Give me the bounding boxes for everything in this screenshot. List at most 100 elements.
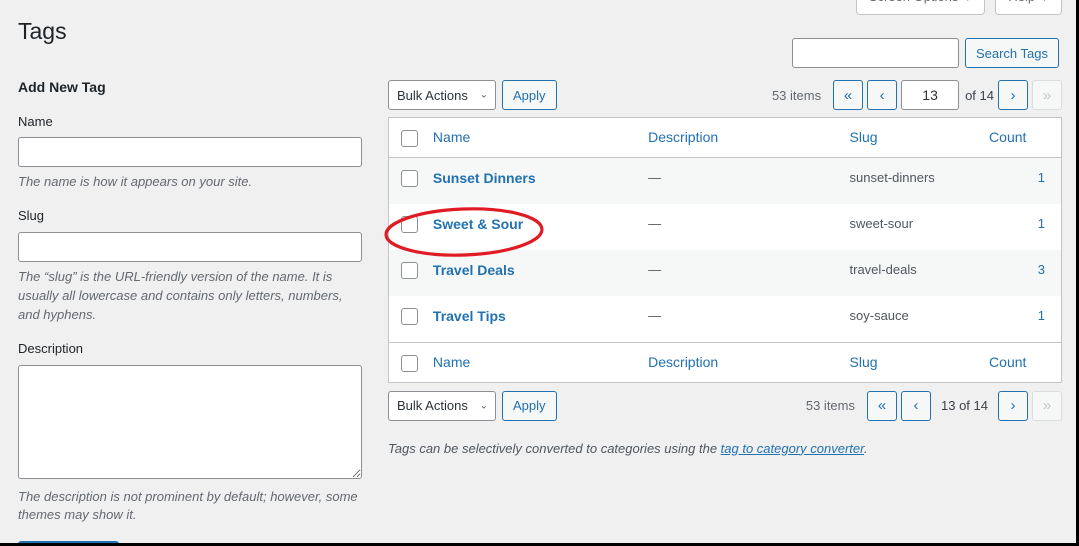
tag-count-link[interactable]: 1	[1038, 216, 1045, 231]
row-count-cell: 1	[989, 204, 1061, 250]
next-page-button-top[interactable]: ›	[998, 80, 1028, 110]
row-description-cell: —	[648, 215, 662, 231]
table-head: Name Description Slug Count	[389, 118, 1061, 158]
table-row: Sweet & Sour — sweet-sour 1	[389, 203, 1061, 250]
column-header-name[interactable]: Name	[432, 118, 649, 158]
search-input[interactable]	[791, 38, 959, 68]
search-tags-button[interactable]: Search Tags	[964, 38, 1059, 68]
name-field-group: Name The name is how it appears on your …	[18, 114, 362, 193]
pagination-top: 53 items « ‹ of 14 › »	[772, 80, 1062, 110]
row-checkbox-cell	[389, 250, 433, 296]
row-slug-cell: sunset-dinners	[849, 169, 935, 185]
description-help-text: The description is not prominent by defa…	[18, 488, 358, 523]
wp-admin-tags-screen: Screen Options ▼ Help ▼ Tags Search Tags A…	[0, 0, 1079, 546]
add-new-tag-form: Add New Tag Name The name is how it appe…	[18, 78, 362, 543]
row-count-cell: 1	[989, 296, 1061, 342]
row-slug-cell: sweet-sour	[849, 215, 914, 231]
column-header-count[interactable]: Count	[989, 118, 1061, 158]
tablenav-top: Bulk Actions ⌄ Apply 53 items « ‹ of 14 …	[388, 78, 1062, 112]
row-checkbox[interactable]	[401, 169, 418, 187]
bulk-actions-select-wrap-top: Bulk Actions ⌄	[388, 80, 496, 110]
name-help-text: The name is how it appears on your site.	[18, 174, 253, 190]
table-footer-row: Name Description Slug Count	[389, 341, 1061, 382]
chevron-down-icon: ▼	[1040, 0, 1049, 3]
tag-count-link[interactable]: 1	[1038, 308, 1045, 323]
bulk-actions-top: Bulk Actions ⌄ Apply	[388, 80, 557, 110]
description-field-group: Description The description is not promi…	[18, 341, 362, 526]
prev-page-button-top[interactable]: ‹	[867, 80, 898, 110]
tag-to-category-converter-link[interactable]: tag to category converter	[721, 441, 864, 456]
next-page-button-bottom[interactable]: ›	[998, 390, 1028, 421]
add-new-tag-button[interactable]: Add New Tag	[18, 541, 120, 543]
page-title: Tags	[18, 18, 67, 44]
row-checkbox[interactable]	[401, 215, 418, 233]
column-footer-slug[interactable]: Slug	[849, 341, 990, 382]
first-page-button-bottom[interactable]: «	[867, 390, 897, 421]
apply-button-top[interactable]: Apply	[502, 80, 557, 110]
last-page-button-bottom: »	[1032, 390, 1062, 421]
column-header-slug[interactable]: Slug	[849, 118, 990, 158]
tags-list-table-area: Bulk Actions ⌄ Apply 53 items « ‹ of 14 …	[388, 78, 1062, 458]
tag-name-link[interactable]: Travel Deals	[433, 262, 515, 278]
column-header-description[interactable]: Description	[648, 118, 850, 158]
bulk-actions-bottom: Bulk Actions ⌄ Apply	[388, 390, 557, 421]
select-all-checkbox-bottom[interactable]	[401, 354, 418, 372]
help-label: Help	[1008, 0, 1035, 4]
table-header-row: Name Description Slug Count	[389, 118, 1061, 158]
slug-input[interactable]	[18, 232, 362, 263]
table-foot: Name Description Slug Count	[389, 341, 1061, 382]
name-input[interactable]	[18, 137, 362, 168]
row-checkbox[interactable]	[401, 261, 418, 279]
slug-help-text: The “slug” is the URL-friendly version o…	[18, 269, 343, 322]
apply-button-bottom[interactable]: Apply	[502, 390, 557, 421]
slug-label: Slug	[18, 208, 45, 224]
bulk-actions-select-top[interactable]: Bulk Actions	[388, 80, 496, 110]
bulk-actions-select-wrap-bottom: Bulk Actions ⌄	[388, 390, 496, 421]
items-count-top: 53 items	[771, 87, 822, 103]
row-slug-cell: soy-sauce	[849, 307, 909, 323]
table-body: Sunset Dinners — sunset-dinners 1 Sweet …	[389, 157, 1061, 342]
screen-options-button[interactable]: Screen Options ▼	[855, 0, 986, 16]
row-name-cell: Travel Tips	[433, 296, 648, 342]
table-row: Travel Deals — travel-deals 3	[389, 249, 1061, 296]
tag-count-link[interactable]: 1	[1038, 170, 1045, 185]
search-form: Search Tags	[791, 38, 1059, 68]
last-page-button-top: »	[1032, 80, 1062, 110]
select-all-header	[389, 118, 433, 158]
row-count-cell: 3	[989, 250, 1061, 296]
row-name-cell: Travel Deals	[433, 250, 648, 296]
current-page-input[interactable]	[901, 80, 960, 110]
form-heading: Add New Tag	[18, 79, 106, 95]
select-all-footer	[389, 341, 433, 382]
tablenav-bottom: Bulk Actions ⌄ Apply 53 items « ‹ 13 of …	[388, 389, 1062, 423]
row-name-cell: Sunset Dinners	[433, 158, 648, 204]
help-button[interactable]: Help ▼	[995, 0, 1062, 16]
description-textarea[interactable]	[18, 364, 362, 479]
row-slug-cell: travel-deals	[849, 261, 917, 277]
paging-input-top: of 14	[901, 80, 994, 110]
screen-meta-links: Screen Options ▼ Help ▼	[855, 0, 1062, 16]
slug-field-group: Slug The “slug” is the URL-friendly vers…	[18, 208, 362, 324]
bulk-actions-select-bottom[interactable]: Bulk Actions	[388, 390, 496, 421]
column-footer-name[interactable]: Name	[432, 341, 649, 382]
tag-name-link[interactable]: Sweet & Sour	[433, 216, 523, 232]
row-checkbox[interactable]	[401, 307, 418, 325]
name-label: Name	[18, 113, 53, 129]
first-page-button-top[interactable]: «	[833, 80, 864, 110]
converter-note-prefix: Tags can be selectively converted to cat…	[388, 440, 721, 456]
column-footer-count[interactable]: Count	[989, 341, 1061, 382]
row-description-cell: —	[648, 307, 662, 323]
tag-count-link[interactable]: 3	[1038, 262, 1045, 277]
description-label: Description	[18, 340, 84, 356]
row-checkbox-cell	[389, 158, 433, 204]
column-footer-description[interactable]: Description	[648, 341, 850, 382]
tag-name-link[interactable]: Sunset Dinners	[433, 170, 536, 186]
paging-text-bottom: 13 of 14	[941, 398, 988, 414]
table-row: Sunset Dinners — sunset-dinners 1	[389, 157, 1061, 204]
tag-name-link[interactable]: Travel Tips	[433, 308, 506, 324]
select-all-checkbox-top[interactable]	[401, 129, 418, 147]
row-description-cell: —	[648, 261, 662, 277]
row-description-cell: —	[648, 169, 662, 185]
row-count-cell: 1	[989, 158, 1061, 204]
prev-page-button-bottom[interactable]: ‹	[901, 390, 931, 421]
